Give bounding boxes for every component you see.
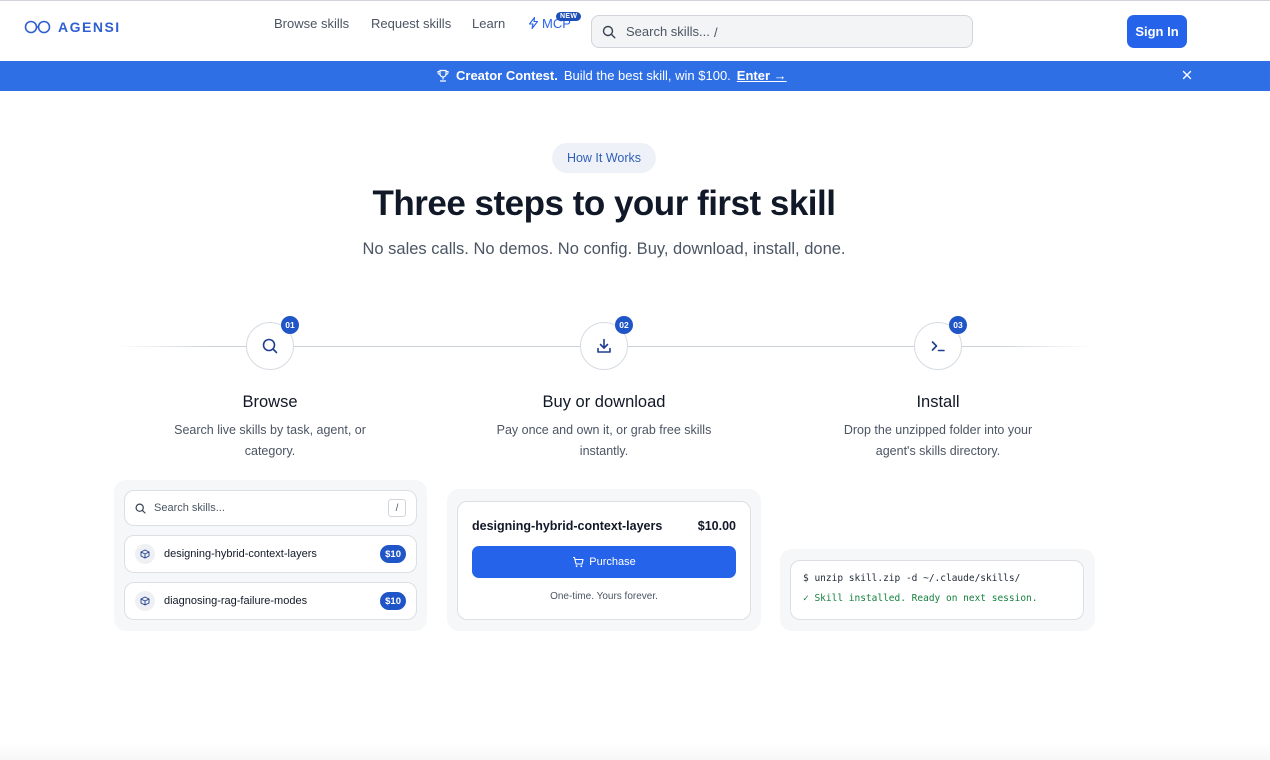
search-icon: [262, 338, 278, 354]
search-shortcut-hint: /: [714, 25, 718, 40]
demo-shortcut-key: /: [388, 499, 406, 517]
search-input[interactable]: [626, 24, 926, 39]
search-icon: [602, 25, 616, 39]
cart-icon: [573, 556, 584, 568]
nav-learn[interactable]: Learn: [472, 16, 505, 31]
browse-demo-panel: Search skills... / designing-hybrid-cont…: [114, 480, 427, 631]
brand-name: AGENSI: [58, 19, 121, 35]
sign-in-button[interactable]: Sign In: [1127, 15, 1187, 48]
price-badge: $10: [380, 592, 406, 610]
terminal-card: $ unzip skill.zip -d ~/.claude/skills/ ✓…: [790, 560, 1084, 620]
banner-title: Creator Contest.: [456, 68, 558, 83]
step-2-number: 02: [615, 316, 633, 334]
product-price: $10.00: [697, 519, 736, 533]
skill-name: diagnosing-rag-failure-modes: [164, 595, 308, 607]
list-item[interactable]: diagnosing-rag-failure-modes $10: [124, 582, 417, 620]
nav-request-skills[interactable]: Request skills: [371, 16, 451, 31]
lightning-icon: [528, 17, 539, 29]
purchase-button[interactable]: Purchase: [472, 546, 736, 578]
step-1-description: Search live skills by task, agent, or ca…: [174, 423, 366, 458]
nav-browse-skills[interactable]: Browse skills: [274, 16, 349, 31]
header-search[interactable]: /: [591, 15, 973, 48]
banner-enter-link[interactable]: Enter →: [737, 68, 787, 83]
terminal-command: $ unzip skill.zip -d ~/.claude/skills/: [803, 573, 1021, 584]
skill-name: designing-hybrid-context-layers: [164, 548, 317, 560]
price-badge: $10: [380, 545, 406, 563]
step-2-description: Pay once and own it, or grab free skills…: [496, 423, 712, 458]
step-2-title: Buy or download: [542, 393, 666, 411]
logo-icon: [24, 20, 51, 34]
top-navigation-bar: AGENSI Browse skills Request skills Lear…: [0, 0, 1270, 61]
page-bottom-fade: [0, 742, 1270, 760]
step-3-number: 03: [949, 316, 967, 334]
search-icon: [135, 502, 146, 514]
demo-search-field[interactable]: Search skills... /: [124, 490, 417, 526]
product-name: designing-hybrid-context-layers: [472, 519, 663, 533]
list-item[interactable]: designing-hybrid-context-layers $10: [124, 535, 417, 573]
buy-demo-panel: designing-hybrid-context-layers $10.00 P…: [447, 489, 761, 631]
terminal-output: ✓ Skill installed. Ready on next session…: [803, 593, 1038, 604]
download-icon: [597, 338, 611, 353]
new-badge: NEW: [556, 12, 582, 21]
terminal-icon: [931, 341, 945, 352]
promo-banner: Creator Contest. Build the best skill, w…: [0, 61, 1270, 91]
purchase-note: One-time. Yours forever.: [550, 591, 658, 602]
step-3-title: Install: [916, 393, 960, 411]
brand-logo[interactable]: AGENSI: [24, 19, 121, 35]
cube-icon: [135, 591, 155, 611]
close-icon[interactable]: [1181, 68, 1193, 82]
purchase-label: Purchase: [589, 556, 636, 568]
section-pill: How It Works: [552, 143, 656, 173]
page-subtitle: No sales calls. No demos. No config. Buy…: [362, 240, 846, 258]
step-3-description: Drop the unzipped folder into your agent…: [843, 423, 1033, 458]
page-title: Three steps to your first skill: [372, 184, 836, 223]
banner-text: Build the best skill, win $100.: [563, 68, 731, 83]
demo-search-placeholder: Search skills...: [154, 502, 225, 514]
install-demo-panel: $ unzip skill.zip -d ~/.claude/skills/ ✓…: [780, 549, 1095, 631]
trophy-icon: [437, 69, 449, 82]
cube-icon: [135, 544, 155, 564]
step-1-title: Browse: [242, 393, 298, 411]
step-1-number: 01: [281, 316, 299, 334]
purchase-card: designing-hybrid-context-layers $10.00 P…: [457, 501, 751, 620]
